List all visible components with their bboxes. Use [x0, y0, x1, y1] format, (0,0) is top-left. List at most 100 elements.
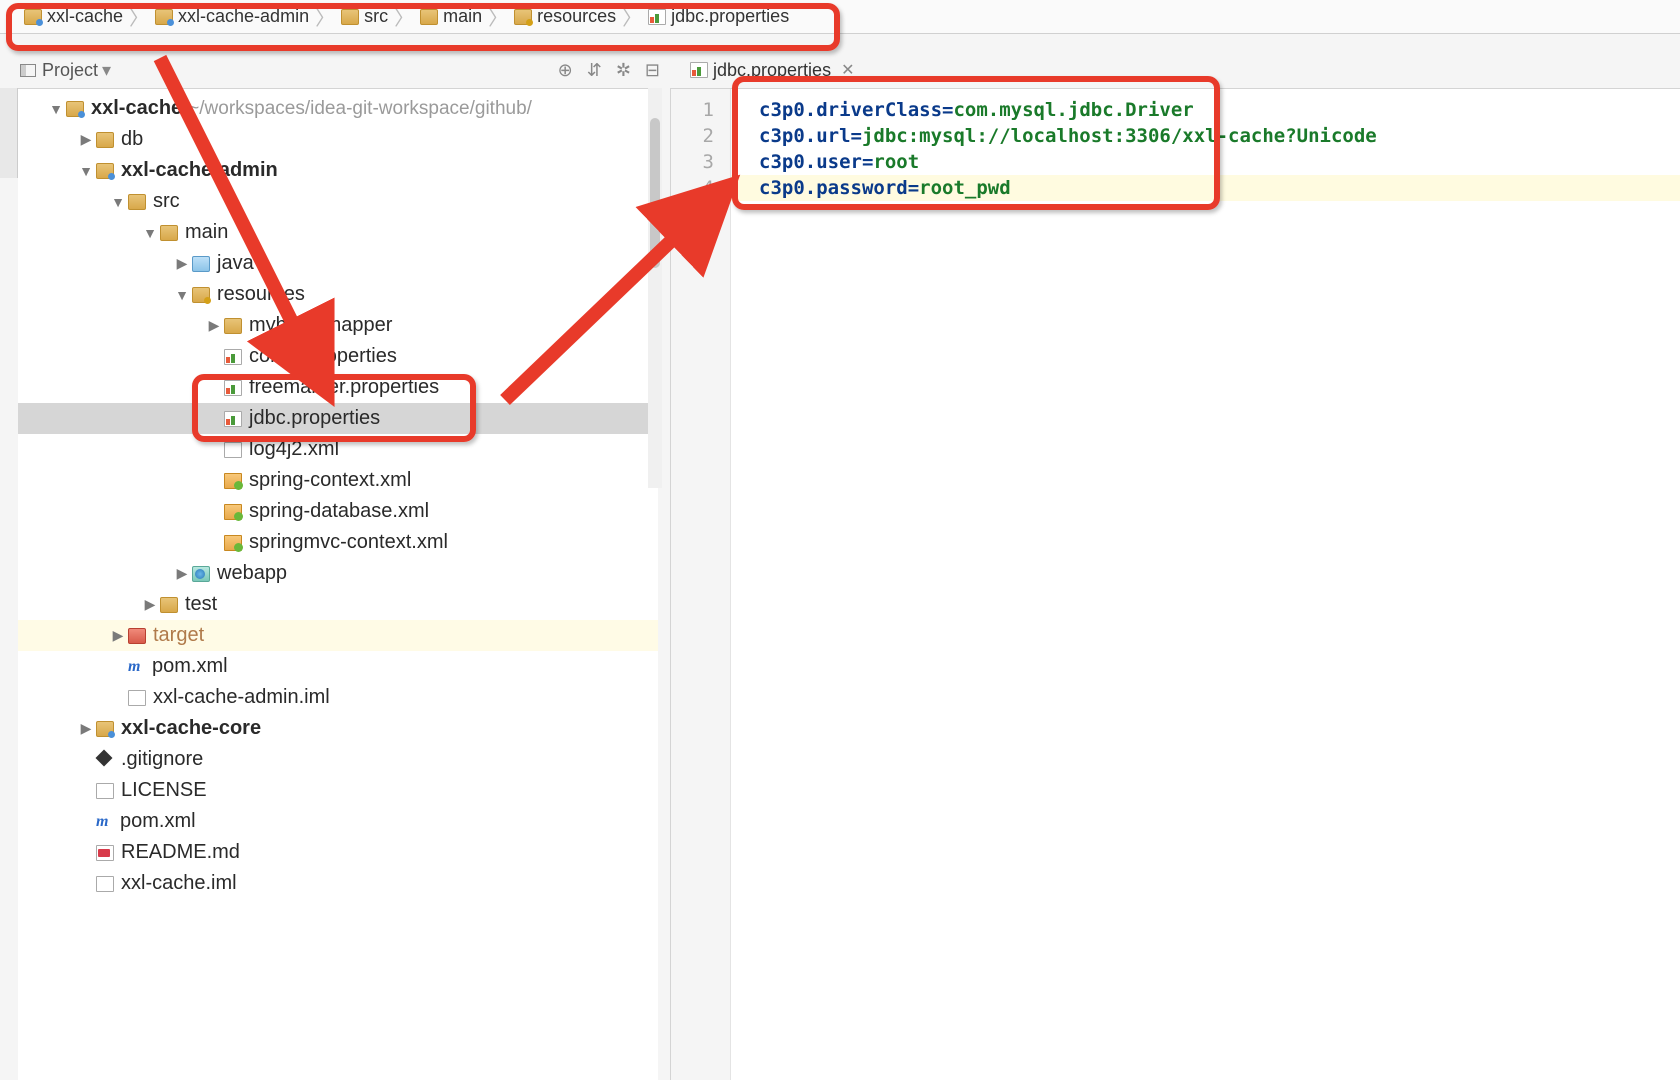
expanded-arrow-icon[interactable]: ▼: [46, 101, 66, 117]
gear-icon[interactable]: ✲: [616, 60, 631, 81]
properties-file-icon: [224, 411, 242, 427]
collapsed-arrow-icon[interactable]: ▶: [140, 596, 160, 613]
project-panel-icon: [20, 64, 36, 77]
breadcrumb-item-main[interactable]: main: [416, 0, 486, 33]
collapse-icon[interactable]: ⇵: [587, 60, 602, 81]
tree-label: README.md: [121, 841, 240, 864]
collapsed-arrow-icon[interactable]: ▶: [108, 627, 128, 644]
tree-row-src[interactable]: ▼ src: [18, 186, 658, 217]
collapsed-arrow-icon[interactable]: ▶: [204, 317, 224, 334]
folder-icon: [192, 287, 210, 303]
hide-icon[interactable]: ⊟: [645, 60, 660, 81]
tree-row-config-properties[interactable]: ▶config.properties: [18, 341, 658, 372]
collapsed-arrow-icon[interactable]: ▶: [172, 565, 192, 582]
collapsed-arrow-icon[interactable]: ▶: [76, 720, 96, 737]
file-icon: [96, 876, 114, 892]
code-line[interactable]: c3p0.user=root: [759, 149, 1680, 175]
breadcrumb-separator: 〉: [622, 2, 642, 31]
expanded-arrow-icon[interactable]: ▼: [172, 287, 192, 303]
tree-row-target[interactable]: ▶ target: [18, 620, 658, 651]
dropdown-icon[interactable]: ▾: [102, 60, 111, 81]
tree-label: xxl-cache: [91, 97, 182, 120]
tree-label: xxl-cache.iml: [121, 872, 237, 895]
project-tree-panel: ▼ xxl-cache ~/workspaces/idea-git-workspac…: [18, 88, 658, 1080]
editor-code[interactable]: c3p0.driverClass=com.mysql.jdbc.Driverc3…: [731, 89, 1680, 1080]
tree-row-pom-xml[interactable]: ▶mpom.xml: [18, 651, 658, 682]
tree-row-pom-xml[interactable]: ▶mpom.xml: [18, 806, 658, 837]
tree-row--gitignore[interactable]: ▶.gitignore: [18, 744, 658, 775]
folder-icon: [24, 9, 42, 25]
gutter-line-number: 3: [671, 149, 730, 175]
breadcrumb-separator: 〉: [315, 2, 335, 31]
tree-row-xxl-cache-iml[interactable]: ▶xxl-cache.iml: [18, 868, 658, 899]
collapsed-arrow-icon[interactable]: ▶: [172, 255, 192, 272]
tree-row-freemarker-properties[interactable]: ▶freemarker.properties: [18, 372, 658, 403]
breadcrumb-item-src[interactable]: src: [337, 0, 392, 33]
tree-row-test[interactable]: ▶test: [18, 589, 658, 620]
tree-row-db[interactable]: ▶db: [18, 124, 658, 155]
expanded-arrow-icon[interactable]: ▼: [140, 225, 160, 241]
expanded-arrow-icon[interactable]: ▼: [108, 194, 128, 210]
breadcrumb-item-xxl-cache-admin[interactable]: xxl-cache-admin: [151, 0, 313, 33]
tree-label: webapp: [217, 562, 287, 585]
folder-icon: [192, 256, 210, 272]
code-line[interactable]: c3p0.url=jdbc:mysql://localhost:3306/xxl…: [759, 123, 1680, 149]
breadcrumb-item-jdbc-properties[interactable]: jdbc.properties: [644, 0, 793, 33]
folder-icon: [224, 318, 242, 334]
tree-row-LICENSE[interactable]: ▶LICENSE: [18, 775, 658, 806]
properties-file-icon: [648, 9, 666, 25]
tree-row-spring-database-xml[interactable]: ▶spring-database.xml: [18, 496, 658, 527]
gutter-line-number: 4: [671, 175, 730, 201]
markdown-file-icon: [96, 845, 114, 861]
tree-label: LICENSE: [121, 779, 207, 802]
target-icon[interactable]: ⊕: [558, 60, 573, 81]
folder-icon: [160, 597, 178, 613]
tree-label: springmvc-context.xml: [249, 531, 448, 554]
gutter-line-number: 2: [671, 123, 730, 149]
tree-row-spring-context-xml[interactable]: ▶spring-context.xml: [18, 465, 658, 496]
tree-row-README-md[interactable]: ▶README.md: [18, 837, 658, 868]
expanded-arrow-icon[interactable]: ▼: [76, 163, 96, 179]
editor-tabs: jdbc.properties ✕: [680, 55, 864, 85]
tree-row-xxl-cache-admin-iml[interactable]: ▶xxl-cache-admin.iml: [18, 682, 658, 713]
tree-row-jdbc-properties[interactable]: ▶jdbc.properties: [18, 403, 658, 434]
tree-row-java[interactable]: ▶java: [18, 248, 658, 279]
spring-file-icon: [224, 535, 242, 551]
tree-label: main: [185, 221, 228, 244]
breadcrumb-item-xxl-cache[interactable]: xxl-cache: [20, 0, 127, 33]
breadcrumb-label: xxl-cache: [47, 6, 123, 27]
tree-row-xxl-cache-core[interactable]: ▶xxl-cache-core: [18, 713, 658, 744]
tree-row-xxl-cache[interactable]: ▼ xxl-cache ~/workspaces/idea-git-workspac…: [18, 93, 658, 124]
tree-row-mybatis-mapper[interactable]: ▶mybatis-mapper: [18, 310, 658, 341]
tree-path-suffix: ~/workspaces/idea-git-workspace/github/: [188, 98, 532, 120]
side-tab-strip[interactable]: [0, 88, 18, 178]
tree-label: pom.xml: [120, 810, 196, 833]
xml-file-icon: [224, 442, 242, 458]
spring-file-icon: [224, 504, 242, 520]
spring-file-icon: [224, 473, 242, 489]
tree-row-main[interactable]: ▼ main: [18, 217, 658, 248]
editor-tab-jdbc[interactable]: jdbc.properties ✕: [680, 55, 864, 85]
code-line[interactable]: c3p0.password=root_pwd: [731, 175, 1680, 201]
tree-row-log4j2-xml[interactable]: ▶log4j2.xml: [18, 434, 658, 465]
file-icon: [128, 690, 146, 706]
tree-row-webapp[interactable]: ▶ webapp: [18, 558, 658, 589]
close-tab-icon[interactable]: ✕: [841, 60, 854, 80]
project-panel-header: Project ▾ ⊕ ⇵ ✲ ⊟: [20, 55, 660, 85]
tree-row-resources[interactable]: ▼resources: [18, 279, 658, 310]
tree-label: target: [153, 624, 204, 647]
folder-icon: [420, 9, 438, 25]
tree-label: spring-database.xml: [249, 500, 429, 523]
collapsed-arrow-icon[interactable]: ▶: [76, 131, 96, 148]
project-tree-scrollbar[interactable]: [648, 88, 662, 488]
editor-area[interactable]: 1234 c3p0.driverClass=com.mysql.jdbc.Dri…: [670, 88, 1680, 1080]
tree-label: xxl-cache-admin: [121, 159, 278, 182]
tree-label: src: [153, 190, 180, 213]
breadcrumb-item-resources[interactable]: resources: [510, 0, 620, 33]
breadcrumb-label: xxl-cache-admin: [178, 6, 309, 27]
editor-gutter: 1234: [671, 89, 731, 1080]
project-tree[interactable]: ▼ xxl-cache ~/workspaces/idea-git-workspac…: [18, 89, 658, 899]
tree-row-xxl-cache-admin[interactable]: ▼ xxl-cache-admin: [18, 155, 658, 186]
tree-row-springmvc-context-xml[interactable]: ▶springmvc-context.xml: [18, 527, 658, 558]
code-line[interactable]: c3p0.driverClass=com.mysql.jdbc.Driver: [759, 97, 1680, 123]
